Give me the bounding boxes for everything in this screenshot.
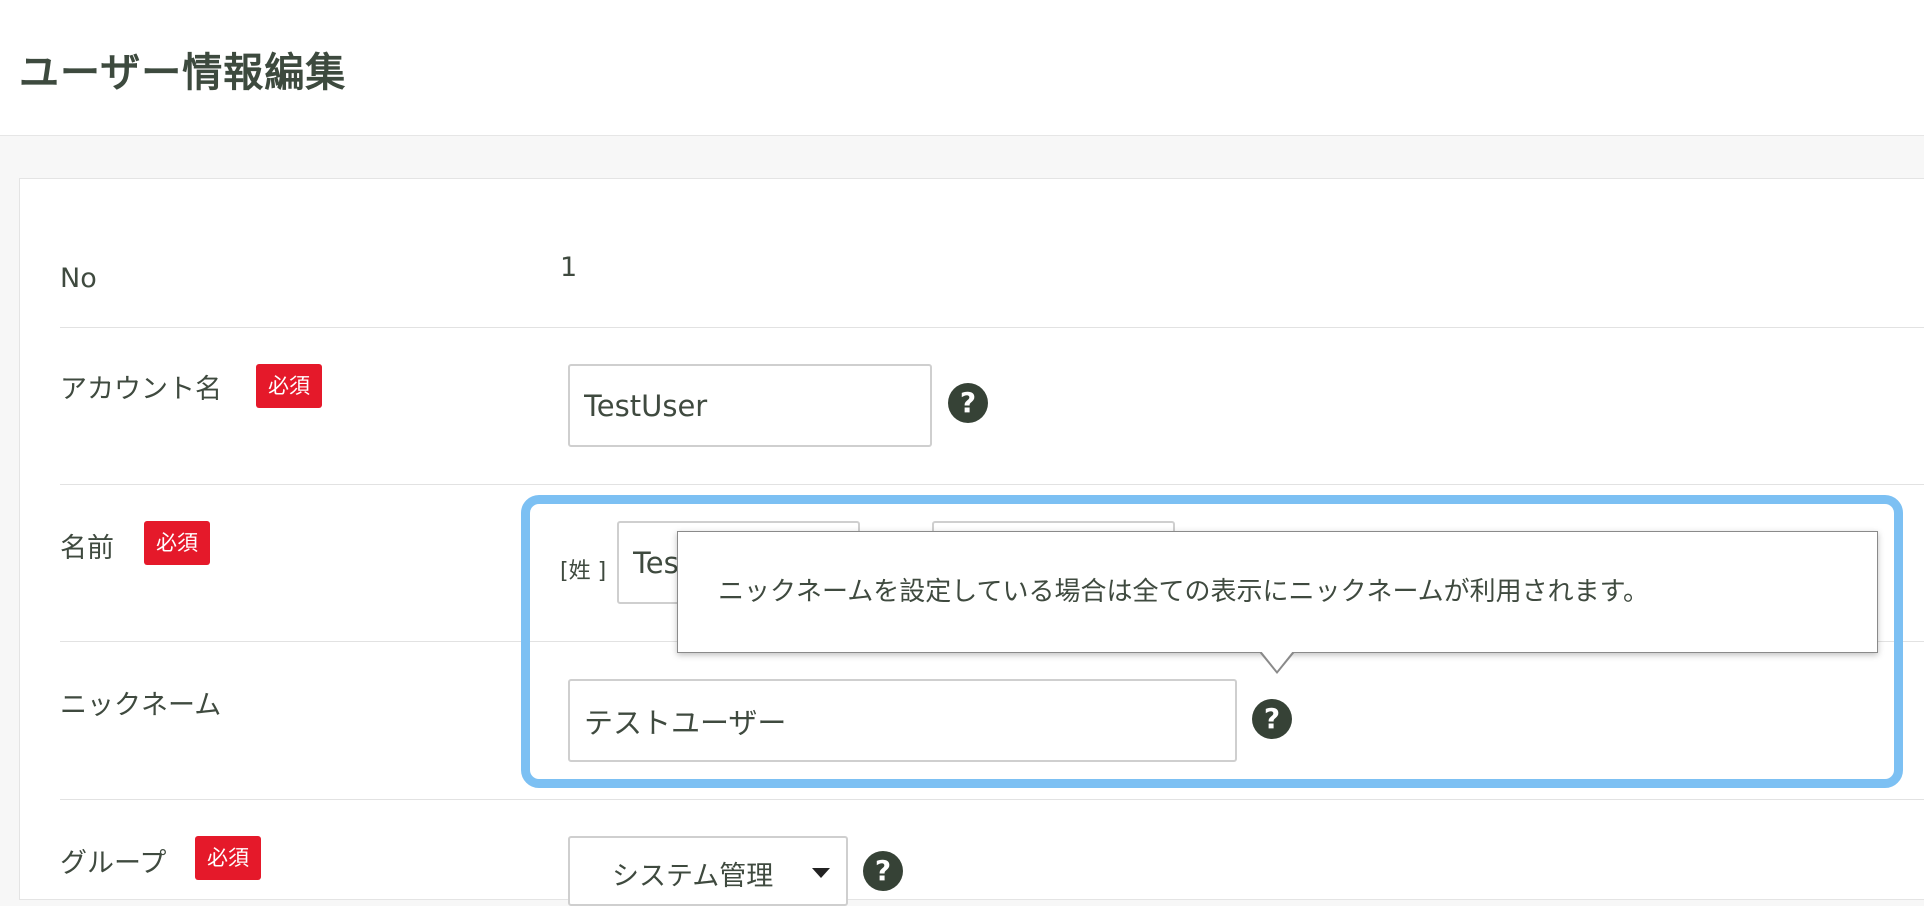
group-label: グループ: [60, 848, 167, 879]
help-icon[interactable]: ?: [948, 383, 988, 423]
no-label: No: [60, 263, 97, 294]
row-divider: [60, 799, 1924, 800]
required-badge: 必須: [256, 364, 322, 408]
chevron-down-icon: [812, 868, 830, 878]
help-icon[interactable]: ?: [1252, 699, 1292, 739]
nickname-label: ニックネーム: [60, 690, 222, 721]
page-title: ユーザー情報編集: [19, 50, 347, 96]
row-divider: [60, 484, 1924, 485]
nickname-input[interactable]: [568, 679, 1237, 762]
required-badge: 必須: [195, 836, 261, 880]
account-name-input[interactable]: [568, 364, 932, 447]
group-select[interactable]: システム管理: [568, 836, 848, 906]
account-name-label: アカウント名: [60, 374, 222, 405]
row-divider: [60, 327, 1924, 328]
page-header: ユーザー情報編集: [0, 0, 1924, 136]
nickname-help-tooltip: ニックネームを設定している場合は全ての表示にニックネームが利用されます。: [677, 531, 1878, 653]
tooltip-arrow-fill: [1261, 651, 1293, 671]
required-badge: 必須: [144, 521, 210, 565]
group-select-value: システム管理: [612, 861, 774, 892]
name-label: 名前: [60, 533, 114, 564]
last-name-prefix: [姓 ]: [560, 559, 607, 584]
no-value: 1: [560, 252, 578, 283]
help-icon[interactable]: ?: [863, 851, 903, 891]
